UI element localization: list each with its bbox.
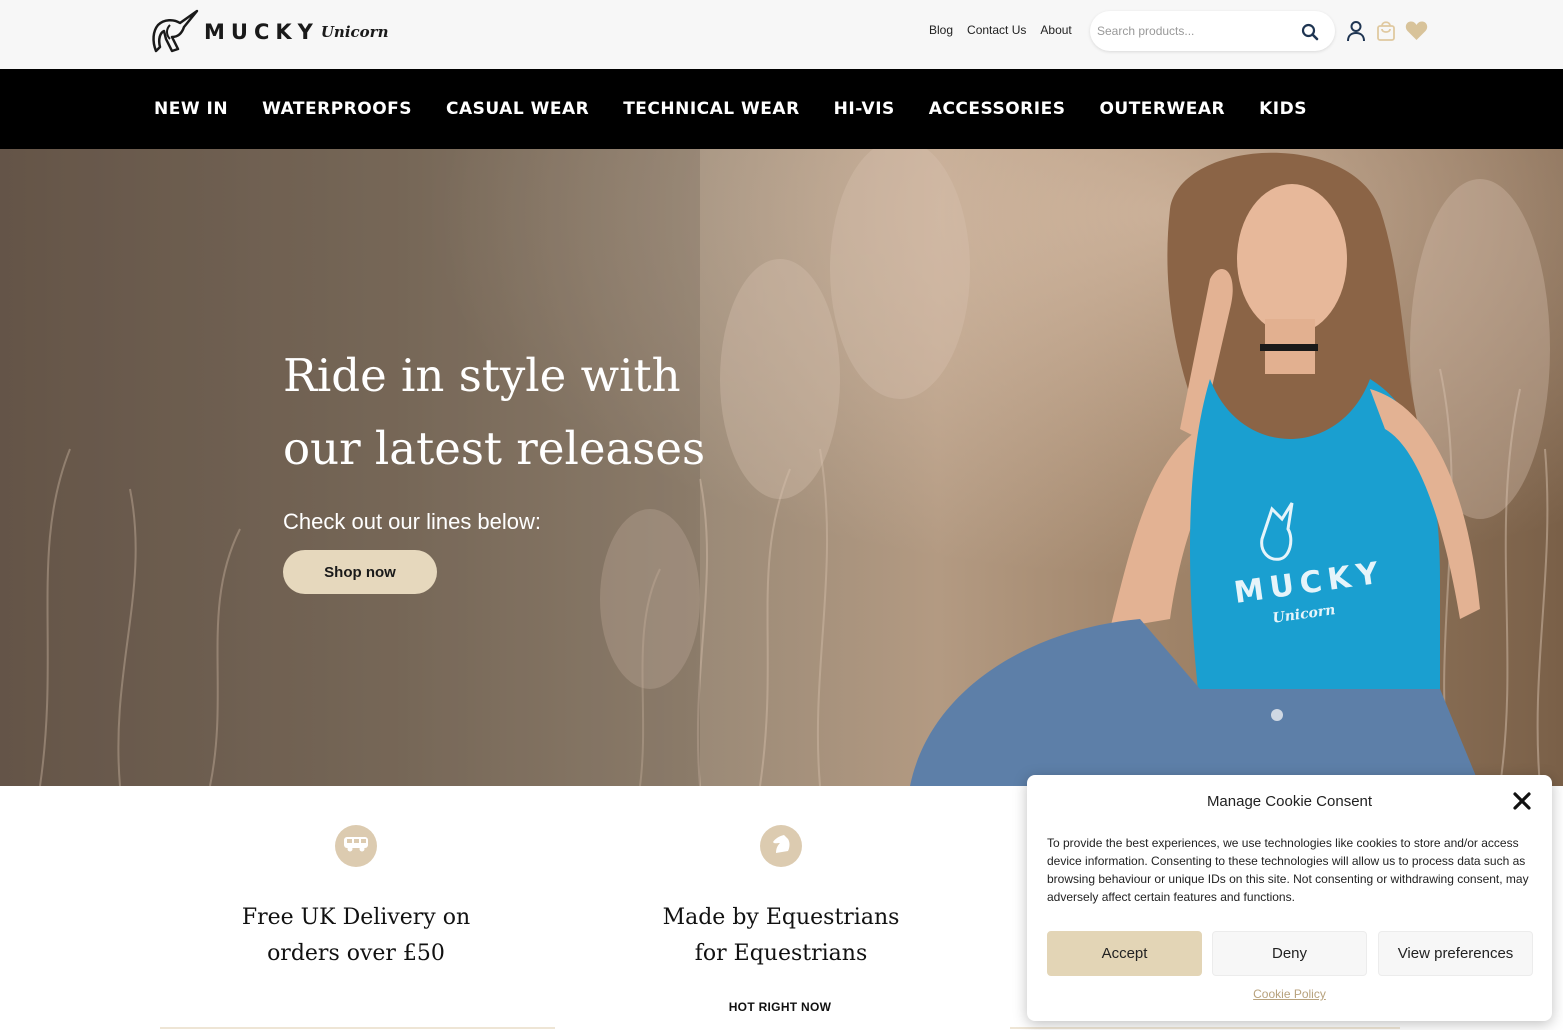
model-illustration: MUCKY Unicorn — [910, 152, 1480, 786]
nav-item-accessories[interactable]: ACCESSORIES — [929, 99, 1066, 119]
feature-made-by-equestrians: Made by Equestrians for Equestrians — [581, 825, 981, 972]
nav-item-technical-wear[interactable]: TECHNICAL WEAR — [623, 99, 799, 119]
feature-title-line-2: orders over £50 — [267, 941, 445, 966]
feature-title-line-1: Free UK Delivery on — [241, 905, 471, 930]
hero-subtitle: Check out our lines below: — [283, 509, 542, 534]
nav-item-waterproofs[interactable]: WATERPROOFS — [262, 99, 412, 119]
logo-wordmark: MUCKY — [204, 20, 319, 44]
cookie-consent-dialog: Manage Cookie Consent To provide the bes… — [1027, 775, 1552, 1021]
feature-title-line-1: Made by Equestrians — [662, 905, 900, 930]
search-input[interactable] — [1097, 21, 1292, 41]
hero-banner: MUCKY Unicorn Ride in style with our lat… — [0, 149, 1563, 786]
nav-item-new-in[interactable]: NEW IN — [154, 99, 228, 119]
nav-item-kids[interactable]: KIDS — [1259, 99, 1307, 119]
logo-script: Unicorn — [320, 23, 389, 41]
top-header: MUCKY Unicorn Blog Contact Us About — [0, 0, 1563, 69]
main-nav: NEW IN WATERPROOFS CASUAL WEAR TECHNICAL… — [0, 69, 1563, 149]
top-links: Blog Contact Us About — [929, 23, 1072, 37]
nav-item-hi-vis[interactable]: HI-VIS — [834, 99, 895, 119]
deny-button[interactable]: Deny — [1212, 931, 1367, 976]
feature-title: Made by Equestrians for Equestrians — [581, 900, 981, 972]
section-divider — [160, 1027, 555, 1029]
site-logo[interactable]: MUCKY Unicorn — [150, 8, 388, 56]
blog-link[interactable]: Blog — [929, 23, 953, 37]
cookie-text: To provide the best experiences, we use … — [1047, 836, 1529, 904]
section-label-hot-right-now: HOT RIGHT NOW — [728, 1000, 832, 1014]
search-box — [1090, 11, 1335, 51]
cookie-title: Manage Cookie Consent — [1206, 793, 1373, 810]
about-link[interactable]: About — [1040, 23, 1071, 37]
feature-title-line-2: for Equestrians — [694, 941, 868, 966]
section-divider — [1010, 1027, 1400, 1029]
shop-now-button[interactable]: Shop now — [283, 550, 437, 594]
contact-us-link[interactable]: Contact Us — [967, 23, 1026, 37]
van-icon — [343, 835, 369, 858]
hero-title-line-1: Ride in style with — [283, 349, 681, 402]
accept-button[interactable]: Accept — [1047, 931, 1202, 976]
hero-title-line-2: our latest releases — [283, 422, 706, 475]
feature-free-delivery: Free UK Delivery on orders over £50 — [156, 825, 556, 972]
hero-title: Ride in style with our latest releases — [283, 339, 843, 485]
search-icon[interactable] — [1301, 23, 1319, 46]
cookie-policy-link[interactable]: Cookie Policy — [1027, 987, 1552, 1001]
nav-item-casual-wear[interactable]: CASUAL WEAR — [446, 99, 589, 119]
wishlist-heart-icon[interactable] — [1405, 20, 1428, 46]
account-icon[interactable] — [1346, 20, 1366, 47]
nav-item-outerwear[interactable]: OUTERWEAR — [1099, 99, 1225, 119]
close-icon[interactable] — [1512, 791, 1532, 816]
view-preferences-button[interactable]: View preferences — [1378, 931, 1533, 976]
feature-icon-circle — [760, 825, 802, 867]
cart-icon[interactable] — [1376, 20, 1396, 47]
feature-icon-circle — [335, 825, 377, 867]
feature-title: Free UK Delivery on orders over £50 — [156, 900, 556, 972]
horse-head-icon — [770, 833, 792, 860]
unicorn-logo-icon — [152, 9, 199, 53]
